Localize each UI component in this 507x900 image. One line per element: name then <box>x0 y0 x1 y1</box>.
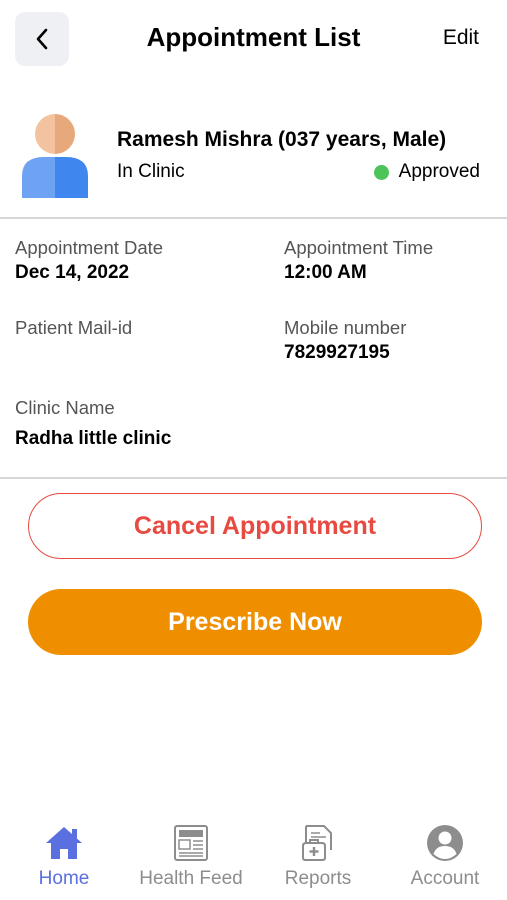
bottom-tab-bar: Home Health Feed Reports Account <box>0 820 507 900</box>
header: Appointment List Edit <box>0 0 507 80</box>
appointment-date-label: Appointment Date <box>15 237 164 258</box>
status-dot-icon <box>373 164 389 180</box>
prescribe-now-button[interactable]: Prescribe Now <box>28 589 482 655</box>
appointment-time-label: Appointment Time <box>284 237 434 258</box>
home-icon <box>46 827 82 859</box>
mobile-number-label: Mobile number <box>284 317 407 338</box>
account-icon <box>427 825 463 861</box>
status-badge: Approved <box>373 161 480 183</box>
divider <box>0 477 507 479</box>
patient-card: Ramesh Mishra (037 years, Male) In Clini… <box>0 108 507 208</box>
avatar-icon <box>22 114 88 198</box>
edit-button[interactable]: Edit <box>443 26 479 50</box>
tab-health-feed-label: Health Feed <box>139 868 243 889</box>
patient-mail-label: Patient Mail-id <box>15 317 133 338</box>
tab-reports-label: Reports <box>284 868 352 889</box>
tab-home-label: Home <box>38 868 90 889</box>
cancel-appointment-button[interactable]: Cancel Appointment <box>28 493 482 559</box>
tab-account-label: Account <box>410 868 480 889</box>
page-title: Appointment List <box>146 22 361 52</box>
tab-home[interactable]: Home <box>1 820 127 890</box>
medical-report-icon <box>302 825 332 861</box>
newspaper-icon <box>174 825 208 861</box>
tab-account[interactable]: Account <box>382 820 507 890</box>
tab-health-feed[interactable]: Health Feed <box>128 820 254 890</box>
status-label: Approved <box>398 161 480 182</box>
tab-reports[interactable]: Reports <box>255 820 381 890</box>
appointment-mode: In Clinic <box>117 161 185 182</box>
clinic-name-value: Radha little clinic <box>15 428 172 449</box>
patient-name: Ramesh Mishra (037 years, Male) <box>117 128 447 151</box>
divider <box>0 217 507 219</box>
clinic-name-label: Clinic Name <box>15 397 115 418</box>
appointment-time-value: 12:00 AM <box>284 262 367 283</box>
mobile-number-value: 7829927195 <box>284 342 390 363</box>
appointment-date-value: Dec 14, 2022 <box>15 262 130 283</box>
